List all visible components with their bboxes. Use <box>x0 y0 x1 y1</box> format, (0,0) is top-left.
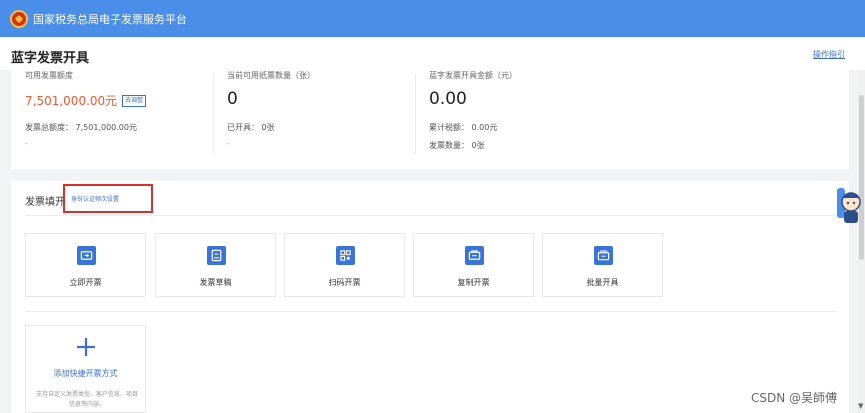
top-header-bar: 国家税务总局电子发票服务平台 <box>0 0 865 37</box>
adjust-quota-button[interactable]: 去调整 <box>122 94 147 107</box>
issued-label: 已开具： <box>227 123 259 132</box>
paper-label: 当前可用纸票数量（张） <box>227 71 315 80</box>
amount-stat: 蓝字发票开具金额（元） 0.00 累计税额： 0.00元 发票数量： 0张 <box>429 70 517 151</box>
assistant-mascot-icon[interactable] <box>835 186 861 226</box>
batch-issue-tile[interactable]: 批量开具 <box>542 233 663 297</box>
page-titlebar: 蓝字发票开具 操作指引 <box>0 37 865 70</box>
amount-label: 蓝字发票开具金额（元） <box>429 71 517 80</box>
quota-stat: 可用发票额度 7,501,000.00元 去调整 发票总额度： 7,501,00… <box>25 70 147 148</box>
invoice-draft-label: 发票草稿 <box>199 278 232 287</box>
fill-section-title: 发票填开 <box>25 197 65 208</box>
csdn-watermark: CSDN @吴師傅 <box>751 391 838 405</box>
stats-divider <box>213 74 214 154</box>
issued-row: 已开具： 0张 <box>227 122 315 133</box>
section-divider <box>25 311 837 312</box>
total-quota-value: 7,501,000.00元 <box>75 123 137 132</box>
total-quota-row: 发票总额度： 7,501,000.00元 <box>25 122 146 133</box>
issued-value: 0张 <box>261 123 275 132</box>
tax-row: 累计税额： 0.00元 <box>429 122 517 133</box>
issue-now-tile[interactable]: 立即开票 <box>25 233 146 297</box>
plus-icon <box>76 338 95 356</box>
copy-issue-label: 复制开票 <box>457 278 490 287</box>
add-quick-issue-tile[interactable]: 添加快捷开票方式 支持自定义发票类型、客户信息、项目信息等内容。 <box>25 325 146 413</box>
count-label: 发票数量： <box>429 141 469 150</box>
app-title: 国家税务总局电子发票服务平台 <box>33 12 187 26</box>
page-title: 蓝字发票开具 <box>11 51 90 66</box>
draft-icon <box>206 246 226 265</box>
add-quick-issue-description: 支持自定义发票类型、客户信息、项目信息等内容。 <box>35 391 138 408</box>
operation-guide-link[interactable]: 操作指引 <box>813 49 845 60</box>
quota-value-row: 7,501,000.00元 去调整 <box>25 92 147 109</box>
issue-now-label: 立即开票 <box>69 278 102 287</box>
total-quota-label: 发票总额度： <box>25 123 73 132</box>
scrollbar-thumb[interactable] <box>859 95 864 260</box>
scan-issue-tile[interactable]: 扫码开票 <box>284 233 405 297</box>
section-divider <box>25 215 837 216</box>
paper-stat: 当前可用纸票数量（张） 0 已开具： 0张 - <box>227 70 315 148</box>
paper-dash: - <box>227 139 230 148</box>
copy-issue-tile[interactable]: 复制开票 <box>413 233 534 297</box>
invoice-fill-card: 发票填开 身份认证频次设置 立即开票 发票草稿 扫码开票 复制开票 批量开具 添… <box>11 181 849 413</box>
quota-label: 可用发票额度 <box>25 71 73 80</box>
batch-issue-label: 批量开具 <box>586 278 619 287</box>
copy-ticket-icon <box>464 246 484 265</box>
tax-emblem-icon <box>10 9 28 28</box>
quota-dash: - <box>25 139 28 148</box>
scroll-down-arrow-icon[interactable]: ▼ <box>858 402 863 410</box>
stats-divider <box>415 74 416 154</box>
scan-issue-label: 扫码开票 <box>328 278 361 287</box>
tax-value: 0.00元 <box>471 123 498 132</box>
ticket-icon <box>76 246 96 265</box>
quota-value: 7,501,000.00元 <box>25 94 118 108</box>
batch-ticket-icon <box>593 246 613 265</box>
tax-label: 累计税额： <box>429 123 469 132</box>
count-value: 0张 <box>471 141 485 150</box>
invoice-stats-card: 可用发票额度 7,501,000.00元 去调整 发票总额度： 7,501,00… <box>11 70 849 169</box>
add-quick-issue-label: 添加快捷开票方式 <box>53 369 118 378</box>
qr-code-icon <box>335 246 355 265</box>
count-row: 发票数量： 0张 <box>429 140 517 151</box>
amount-value: 0.00 <box>429 89 467 109</box>
paper-value: 0 <box>227 89 238 109</box>
invoice-draft-tile[interactable]: 发票草稿 <box>155 233 276 297</box>
red-highlight-box <box>63 184 153 213</box>
